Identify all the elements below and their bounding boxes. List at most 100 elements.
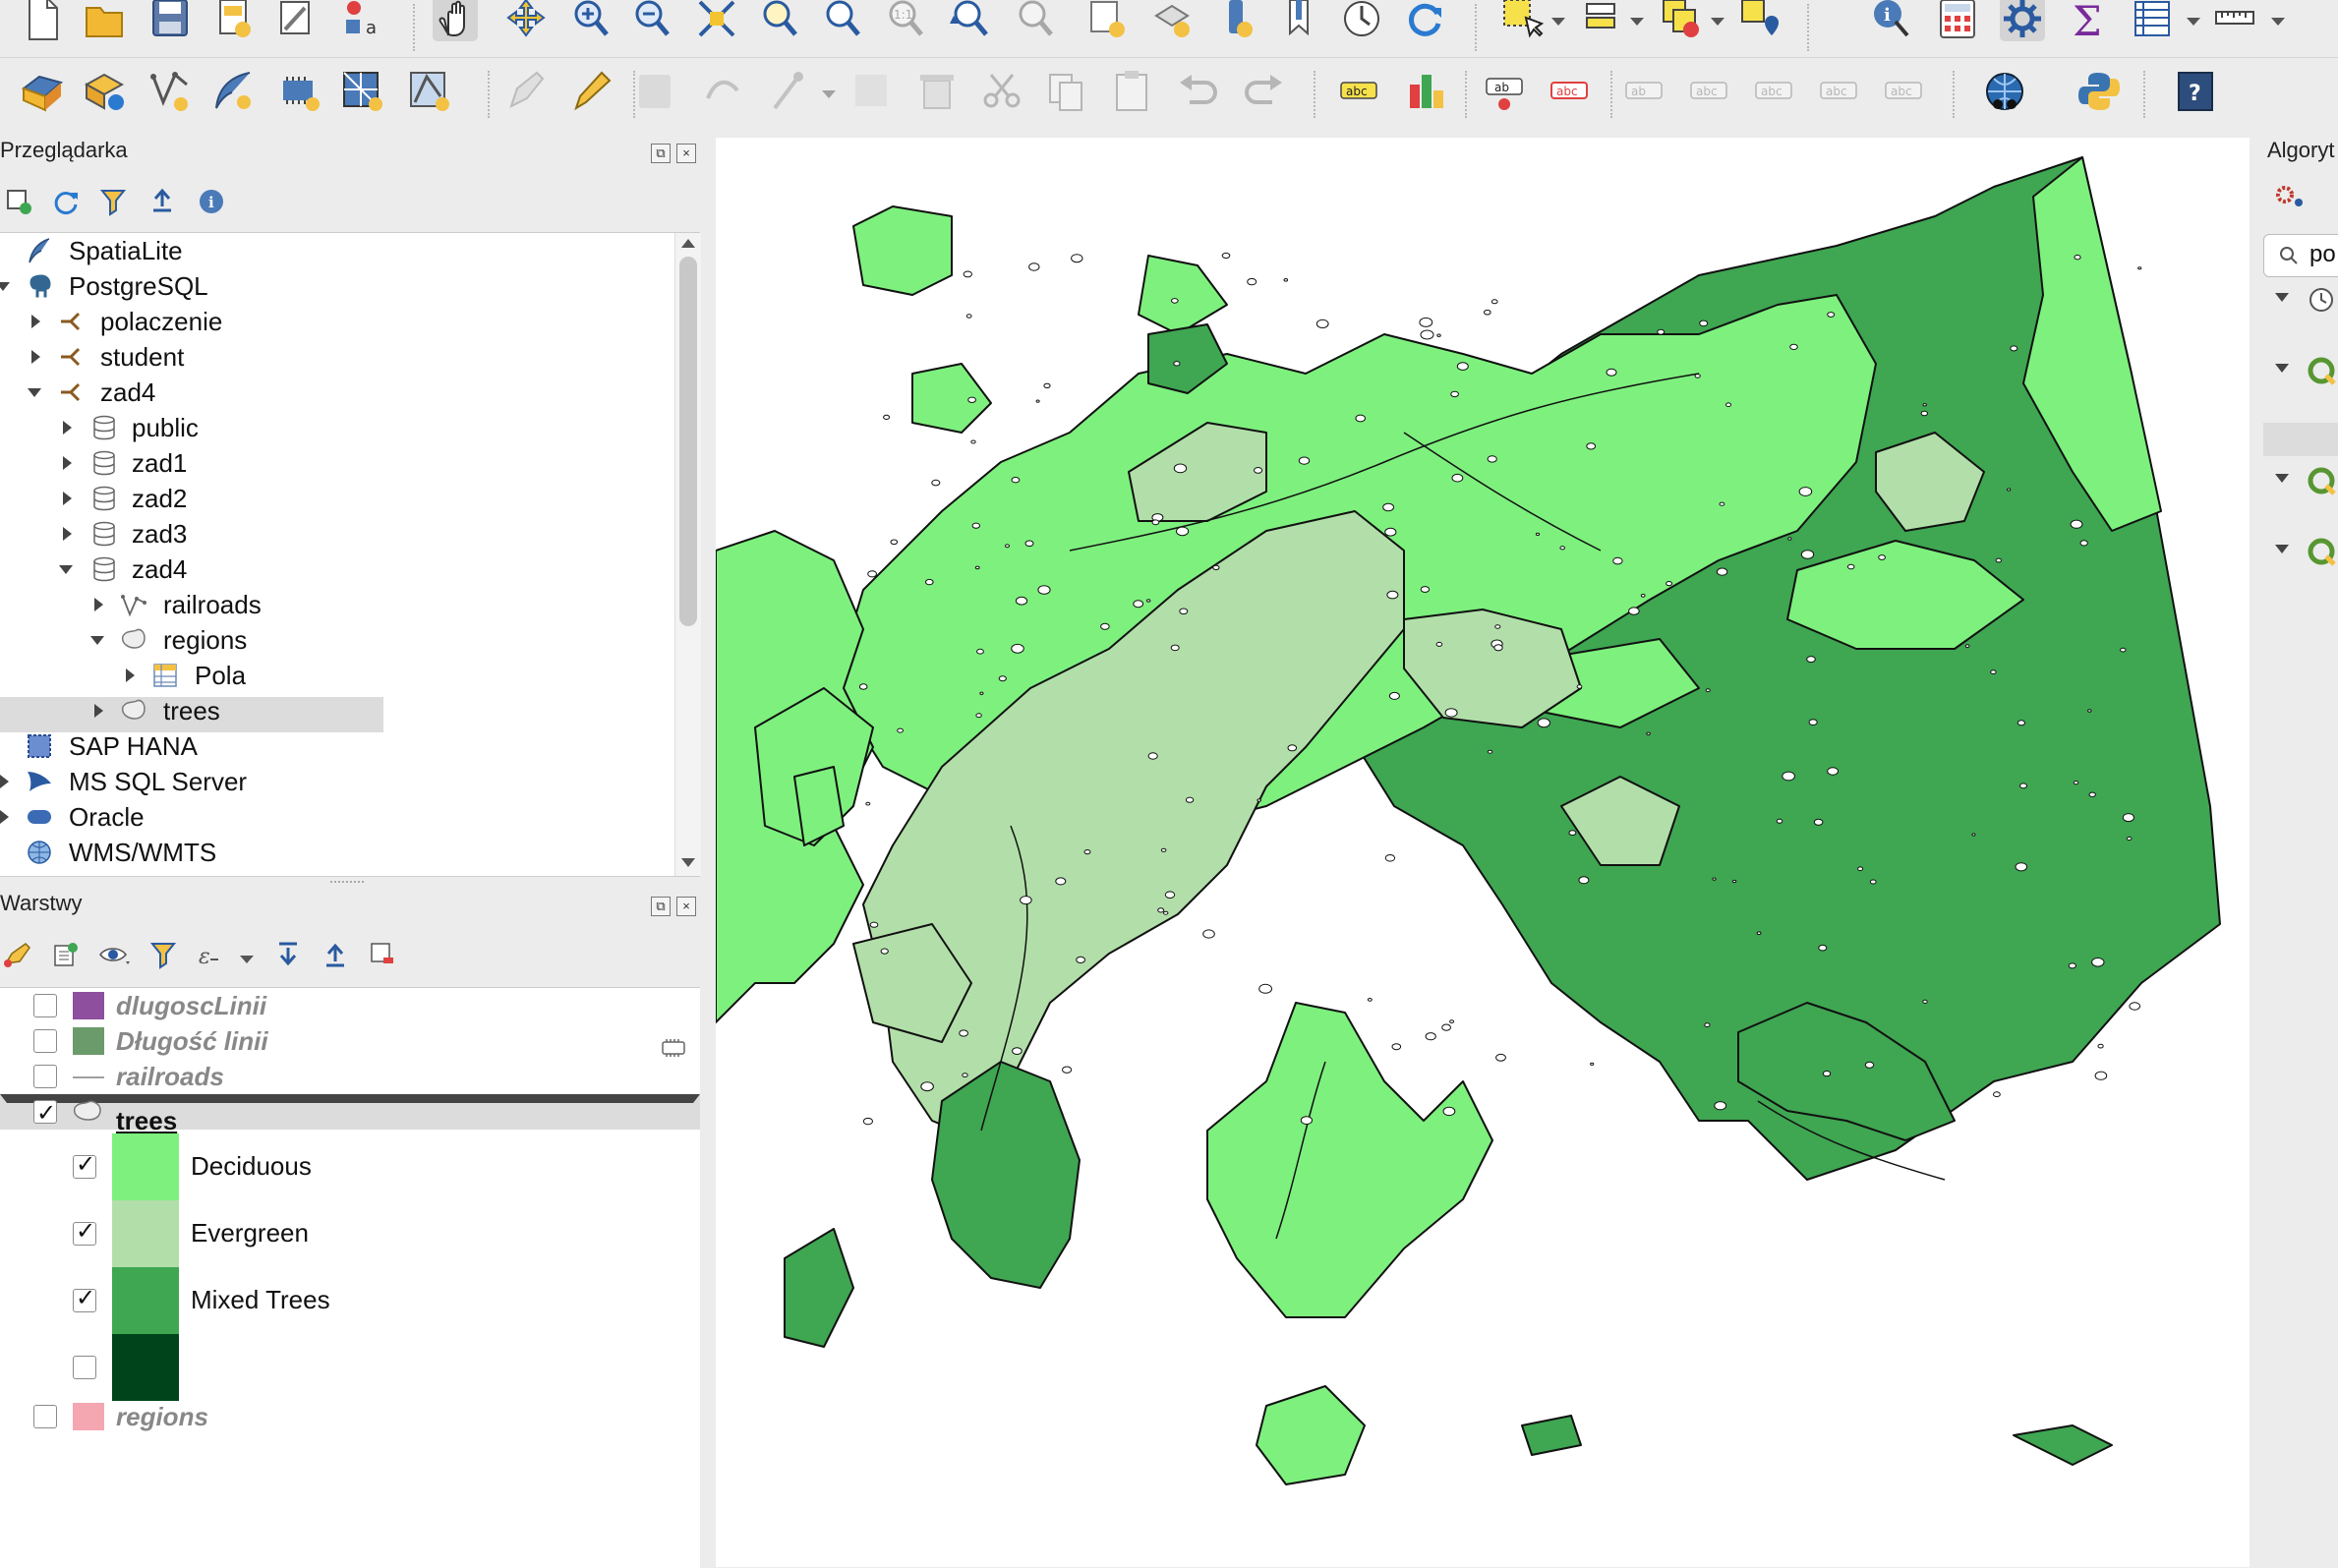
layer-row-dlugosc-linii[interactable]: Długość linii: [0, 1023, 700, 1059]
zoom-to-selection-icon[interactable]: [757, 0, 802, 41]
layer-visibility-checkbox[interactable]: [33, 1095, 57, 1131]
vertex-tool-icon[interactable]: [769, 69, 814, 114]
pan-to-selection-icon[interactable]: [503, 0, 549, 41]
expand-arrow-icon[interactable]: [28, 388, 41, 397]
open-field-calculator-icon[interactable]: [1935, 0, 1980, 41]
scrollbar-thumb[interactable]: [679, 257, 697, 626]
properties-info-icon[interactable]: i: [197, 187, 226, 216]
expand-arrow-icon[interactable]: [63, 421, 72, 435]
expand-arrow-icon[interactable]: [2275, 474, 2289, 483]
show-hide-labels-icon[interactable]: abc: [1687, 69, 1732, 114]
labels-style-icon[interactable]: a: [338, 0, 383, 41]
new-bookmark-icon[interactable]: [1276, 0, 1321, 41]
temporal-controller-icon[interactable]: [1213, 0, 1258, 41]
processing-search-input[interactable]: po: [2263, 234, 2338, 277]
delete-selected-icon[interactable]: [914, 69, 960, 114]
close-panel-icon[interactable]: ×: [676, 144, 696, 163]
map-canvas[interactable]: [716, 138, 2250, 1567]
pan-map-icon[interactable]: [433, 0, 478, 41]
remove-layer-icon[interactable]: [368, 940, 397, 969]
add-spatialite-layer-icon[interactable]: [210, 69, 256, 114]
new-project-icon[interactable]: [20, 0, 65, 41]
data-source-manager-icon[interactable]: [20, 69, 65, 114]
help-icon[interactable]: ?: [2173, 69, 2218, 114]
category-checkbox[interactable]: [73, 1284, 96, 1312]
toggle-editing-icon[interactable]: [568, 69, 614, 114]
select-by-value-icon[interactable]: [1579, 0, 1624, 41]
open-project-icon[interactable]: [83, 0, 128, 41]
zoom-full-icon[interactable]: [694, 0, 739, 41]
expand-all-icon[interactable]: [273, 940, 303, 969]
layer-visibility-checkbox[interactable]: [33, 1029, 57, 1053]
rotate-label-icon[interactable]: abc: [1817, 69, 1862, 114]
open-attribute-table-icon[interactable]: [2130, 0, 2175, 41]
right-splitter[interactable]: [2250, 138, 2263, 1567]
select-by-location-icon[interactable]: [1738, 0, 1783, 41]
change-label-icon[interactable]: abc: [1882, 69, 1927, 114]
digitize-icon[interactable]: [702, 69, 747, 114]
float-panel-icon[interactable]: ⧉: [651, 144, 671, 163]
add-vector-layer-icon[interactable]: [83, 69, 128, 114]
category-other[interactable]: [0, 1334, 700, 1401]
expand-arrow-icon[interactable]: [0, 775, 9, 788]
expand-arrow-icon[interactable]: [63, 527, 72, 541]
expand-arrow-icon[interactable]: [2275, 364, 2289, 373]
zoom-last-icon[interactable]: [946, 0, 991, 41]
highlight-pinned-labels-icon[interactable]: ab: [1483, 69, 1528, 114]
zoom-native-icon[interactable]: 1:1: [883, 0, 928, 41]
splitter-handle[interactable]: [330, 881, 364, 887]
plugins-globe-icon[interactable]: [1982, 69, 2027, 114]
new-map-view-icon[interactable]: [1085, 0, 1131, 41]
show-bookmarks-icon[interactable]: [1339, 0, 1384, 41]
zoom-in-icon[interactable]: [568, 0, 614, 41]
cut-features-icon[interactable]: [979, 69, 1024, 114]
expand-arrow-icon[interactable]: [0, 810, 9, 824]
expand-arrow-icon[interactable]: [94, 704, 103, 718]
zoom-out-icon[interactable]: [629, 0, 674, 41]
save-project-icon[interactable]: [147, 0, 193, 41]
processing-toolbox-icon[interactable]: [2000, 0, 2045, 41]
expand-arrow-icon[interactable]: [94, 598, 103, 611]
scroll-up-icon[interactable]: [681, 239, 695, 248]
layer-row-railroads[interactable]: railroads: [0, 1059, 700, 1094]
filter-browser-icon[interactable]: [98, 187, 128, 216]
add-delimited-text-layer-icon[interactable]: [147, 69, 193, 114]
add-group-icon[interactable]: [51, 940, 81, 969]
paste-features-icon[interactable]: [1109, 69, 1154, 114]
add-virtual-layer-icon[interactable]: [277, 69, 322, 114]
expand-arrow-icon[interactable]: [31, 315, 40, 328]
measure-line-icon[interactable]: [2212, 0, 2257, 41]
filter-legend-icon[interactable]: [149, 940, 179, 969]
move-label-icon[interactable]: abc: [1752, 69, 1797, 114]
statistical-summary-icon[interactable]: Σ: [2065, 0, 2110, 41]
save-layer-edits-icon[interactable]: [633, 69, 678, 114]
category-checkbox[interactable]: [73, 1150, 96, 1179]
collapse-all-icon[interactable]: [147, 187, 177, 216]
new-3d-view-icon[interactable]: [1150, 0, 1196, 41]
identify-features-icon[interactable]: i: [1870, 0, 1915, 41]
layer-visibility-checkbox[interactable]: [33, 1405, 57, 1428]
category-deciduous[interactable]: Deciduous: [0, 1133, 700, 1200]
diagram-options-icon[interactable]: [1404, 69, 1449, 114]
open-layer-styling-icon[interactable]: [2, 940, 31, 969]
layer-row-dlugosclinii[interactable]: dlugoscLinii: [0, 988, 700, 1023]
category-evergreen[interactable]: Evergreen: [0, 1200, 700, 1267]
add-selected-layers-icon[interactable]: [4, 187, 33, 216]
processing-gears-icon[interactable]: [2273, 181, 2305, 210]
refresh-icon[interactable]: [1402, 0, 1447, 41]
add-mesh-layer-icon[interactable]: [340, 69, 385, 114]
redo-icon[interactable]: [1241, 69, 1286, 114]
zoom-to-layer-icon[interactable]: [820, 0, 865, 41]
collapse-all-layers-icon[interactable]: [321, 940, 350, 969]
layer-visibility-checkbox[interactable]: [33, 1065, 57, 1088]
copy-features-icon[interactable]: [1044, 69, 1089, 114]
category-mixed-trees[interactable]: Mixed Trees: [0, 1267, 700, 1334]
expand-arrow-icon[interactable]: [0, 1094, 700, 1103]
add-vector-tile-layer-icon[interactable]: [407, 69, 452, 114]
expand-arrow-icon[interactable]: [2275, 545, 2289, 553]
new-print-layout-icon[interactable]: [210, 0, 256, 41]
select-features-icon[interactable]: [1500, 0, 1546, 41]
expand-arrow-icon[interactable]: [63, 456, 72, 470]
expand-arrow-icon[interactable]: [126, 668, 135, 682]
processing-selected-row[interactable]: [2263, 423, 2338, 456]
